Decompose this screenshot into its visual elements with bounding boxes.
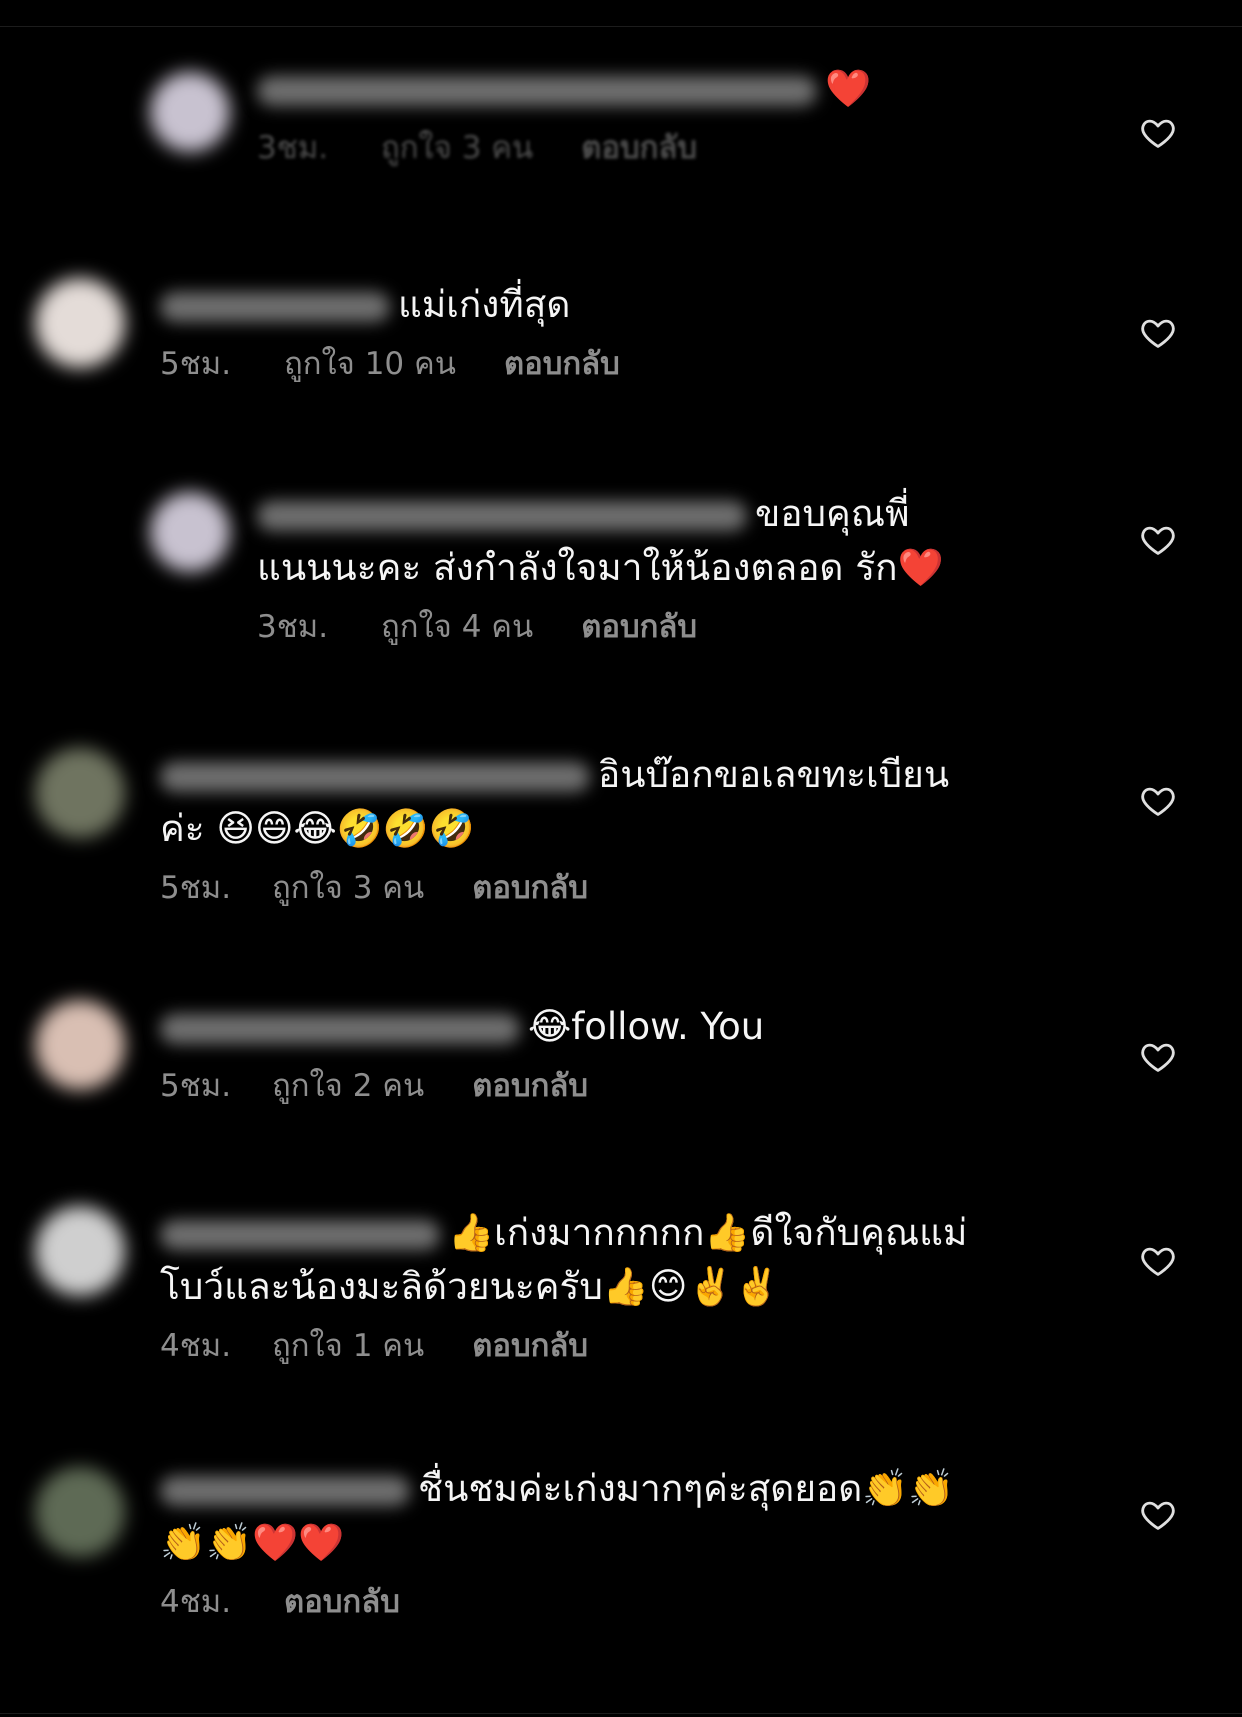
like-button[interactable] [1139,314,1177,352]
comment-text-row: แม่เก่งที่สุด [160,278,982,332]
comment-time: 4ชม. [160,1584,232,1620]
comment-meta: 5ชม. ถูกใจ 10 คน ตอบกลับ [160,344,982,384]
reply-button[interactable]: ตอบกลับ [472,1066,588,1106]
like-button[interactable] [1139,521,1177,559]
like-button[interactable] [1139,1496,1177,1534]
username[interactable] [160,1219,440,1250]
like-button[interactable] [1139,782,1177,820]
username[interactable] [160,761,590,792]
heart-outline-icon [1141,526,1175,555]
reply-button[interactable]: ตอบกลับ [581,607,697,647]
comment-likes[interactable]: ถูกใจ 2 คน [272,1066,424,1106]
comment-likes[interactable]: ถูกใจ 1 คน [272,1326,424,1366]
comment-time: 5ชม. [160,1068,232,1104]
avatar[interactable] [35,1000,125,1090]
heart-outline-icon [1141,319,1175,348]
comment-likes[interactable]: ถูกใจ 3 คน [272,868,424,908]
reply-button[interactable]: ตอบกลับ [284,1582,400,1622]
comment-text: ❤️ [825,67,872,110]
comment-text-row: 😂follow. You [160,1000,982,1054]
comment-meta: 3ชม. ถูกใจ 4 คน ตอบกลับ [257,607,982,647]
comment-meta: 5ชม. ถูกใจ 3 คน ตอบกลับ [160,868,982,908]
comment-text-row: ขอบคุณพี่แนนนะคะ ส่งกำลังใจมาให้น้องตลอด… [257,487,982,595]
reply-button[interactable]: ตอบกลับ [472,868,588,908]
username[interactable] [257,75,817,106]
comment-meta: 4ชม. ถูกใจ 1 คน ตอบกลับ [160,1326,982,1366]
comment-time: 4ชม. [160,1328,232,1364]
comment-text-row: อินบ๊อกขอเลขทะเบียนค่ะ 😆😄😂🤣🤣🤣 [160,748,982,856]
username[interactable] [160,1013,520,1044]
comment-meta: 5ชม. ถูกใจ 2 คน ตอบกลับ [160,1066,982,1106]
avatar[interactable] [35,1206,125,1296]
reply-button[interactable]: ตอบกลับ [504,344,620,384]
comment-time: 3ชม. [257,609,329,645]
username[interactable] [257,500,747,531]
avatar[interactable] [35,748,125,838]
avatar[interactable] [35,278,125,368]
avatar[interactable] [150,72,230,152]
comment-text: แม่เก่งที่สุด [398,283,571,326]
avatar[interactable] [35,1467,125,1557]
comment-time: 3ชม. [257,130,329,166]
comment-text-row: ❤️ [257,62,982,116]
comment-time: 5ชม. [160,870,232,906]
heart-outline-icon [1141,119,1175,148]
like-button[interactable] [1139,114,1177,152]
comment-text-row: 👍เก่งมากกกกก👍ดีใจกับคุณแม่โบว์และน้องมะล… [160,1206,982,1314]
heart-outline-icon [1141,1501,1175,1530]
username[interactable] [160,291,390,322]
comment-likes[interactable]: ถูกใจ 10 คน [284,344,456,384]
avatar[interactable] [150,492,230,572]
comment-text-row: ชื่นชมค่ะเก่งมากๆค่ะสุดยอด👏👏👏👏❤️❤️ [160,1462,982,1570]
comment-likes[interactable]: ถูกใจ 3 คน [381,128,533,168]
like-button[interactable] [1139,1038,1177,1076]
bottom-divider [0,1713,1242,1714]
comment-time: 5ชม. [160,346,232,382]
comment-meta: 4ชม. ตอบกลับ [160,1582,982,1622]
comment-text: 😂follow. You [528,1005,765,1048]
heart-outline-icon [1141,787,1175,816]
username[interactable] [160,1475,410,1506]
reply-button[interactable]: ตอบกลับ [581,128,697,168]
comment-meta: 3ชม. ถูกใจ 3 คน ตอบกลับ [257,128,982,168]
heart-outline-icon [1141,1043,1175,1072]
reply-button[interactable]: ตอบกลับ [472,1326,588,1366]
heart-outline-icon [1141,1247,1175,1276]
top-divider [0,26,1242,27]
like-button[interactable] [1139,1242,1177,1280]
comment-likes[interactable]: ถูกใจ 4 คน [381,607,533,647]
